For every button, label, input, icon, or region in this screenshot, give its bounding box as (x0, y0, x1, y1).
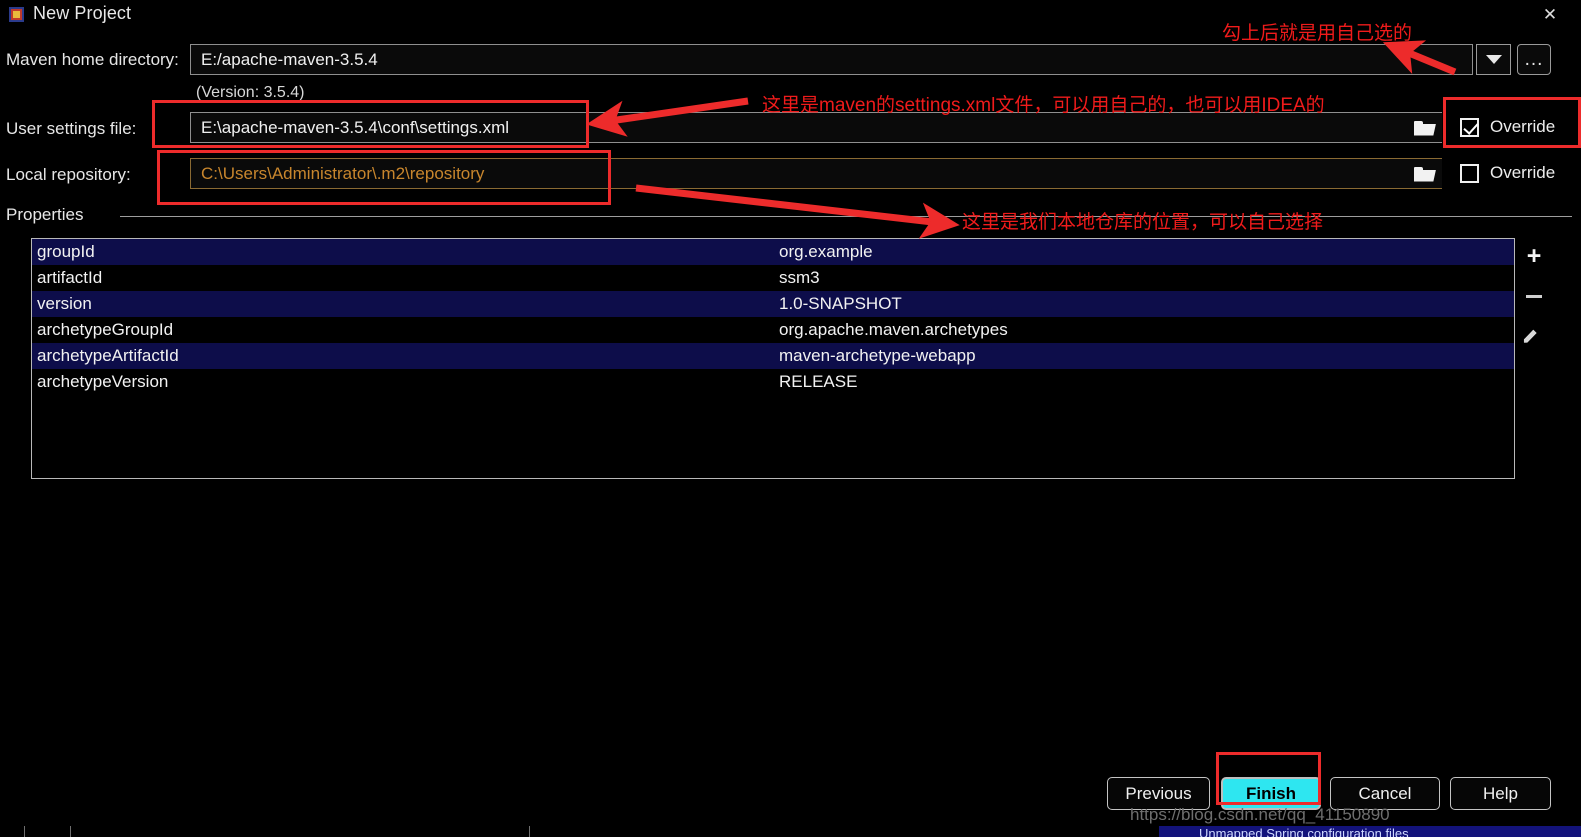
background-status-text: Unmapped Spring configuration files (1159, 826, 1581, 837)
table-row[interactable]: archetypeVersionRELEASE (32, 369, 1514, 395)
property-key: archetypeVersion (32, 372, 777, 392)
local-repository-override[interactable]: Override (1460, 163, 1555, 183)
add-property-button[interactable]: + (1520, 243, 1548, 269)
plus-icon: + (1527, 246, 1542, 266)
properties-section-label: Properties (6, 205, 91, 225)
property-key: archetypeArtifactId (32, 346, 777, 366)
table-row[interactable]: version1.0-SNAPSHOT (32, 291, 1514, 317)
property-key: archetypeGroupId (32, 320, 777, 340)
annotation-note-override: 勾上后就是用自己选的 (1222, 18, 1412, 45)
checkbox-unchecked-icon[interactable] (1460, 164, 1479, 183)
checkbox-checked-icon[interactable] (1460, 118, 1479, 137)
local-repository-input[interactable]: C:\Users\Administrator\.m2\repository (190, 158, 1442, 189)
maven-home-label: Maven home directory: (6, 50, 179, 70)
table-row[interactable]: artifactIdssm3 (32, 265, 1514, 291)
property-key: version (32, 294, 777, 314)
table-row[interactable]: archetypeGroupIdorg.apache.maven.archety… (32, 317, 1514, 343)
property-value: RELEASE (777, 372, 1514, 392)
annotation-note-settings: 这里是maven的settings.xml文件，可以用自己的，也可以用IDEA的 (762, 90, 1325, 117)
property-key: groupId (32, 242, 777, 262)
maven-home-input[interactable]: E:/apache-maven-3.5.4 (190, 44, 1473, 75)
property-value: org.example (777, 242, 1514, 262)
annotation-note-repository: 这里是我们本地仓库的位置，可以自己选择 (962, 207, 1323, 234)
properties-table[interactable]: groupIdorg.exampleartifactIdssm3version1… (31, 238, 1515, 479)
local-repository-browse-button[interactable] (1408, 159, 1442, 188)
help-button[interactable]: Help (1450, 777, 1551, 810)
override-label: Override (1490, 117, 1555, 137)
ellipsis-icon: ... (1525, 56, 1544, 64)
property-value: ssm3 (777, 268, 1514, 288)
maven-version-hint: (Version: 3.5.4) (196, 84, 305, 102)
property-value: 1.0-SNAPSHOT (777, 294, 1514, 314)
arrow-to-repository (636, 188, 950, 224)
folder-icon (1414, 120, 1436, 136)
property-key: artifactId (32, 268, 777, 288)
property-value: maven-archetype-webapp (777, 346, 1514, 366)
user-settings-override[interactable]: Override (1460, 117, 1555, 137)
edit-property-button[interactable] (1520, 323, 1548, 349)
new-project-dialog: New Project ✕ Maven home directory: E:/a… (0, 0, 1581, 837)
local-repository-label: Local repository: (6, 165, 131, 185)
user-settings-browse-button[interactable] (1408, 113, 1442, 142)
minus-icon (1526, 295, 1542, 298)
close-icon[interactable]: ✕ (1535, 1, 1565, 27)
override-label: Override (1490, 163, 1555, 183)
window-title: New Project (33, 3, 131, 24)
project-icon (8, 6, 25, 23)
properties-toolbar: + (1516, 238, 1552, 479)
pencil-icon (1524, 326, 1544, 346)
remove-property-button[interactable] (1520, 283, 1548, 309)
user-settings-label: User settings file: (6, 119, 136, 139)
section-divider (120, 216, 1572, 217)
table-row[interactable]: archetypeArtifactIdmaven-archetype-webap… (32, 343, 1514, 369)
watermark-text: https://blog.csdn.net/qq_41150890 (1130, 805, 1390, 825)
table-row[interactable]: groupIdorg.example (32, 239, 1514, 265)
property-value: org.apache.maven.archetypes (777, 320, 1514, 340)
chevron-down-icon (1486, 55, 1502, 64)
maven-home-dropdown-button[interactable] (1476, 44, 1511, 75)
folder-icon (1414, 166, 1436, 182)
maven-home-browse-button[interactable]: ... (1517, 44, 1551, 75)
